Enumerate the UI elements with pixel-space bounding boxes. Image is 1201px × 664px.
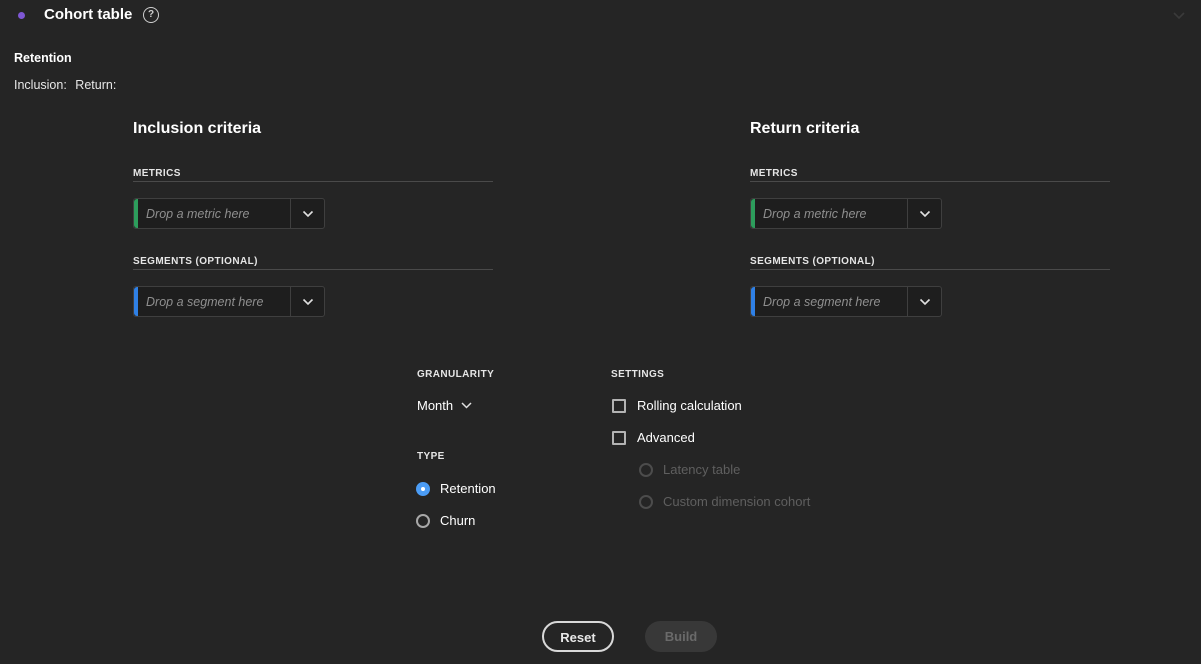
radio-disabled-icon bbox=[639, 494, 653, 509]
inclusion-metrics-label: METRICS bbox=[133, 168, 493, 182]
build-button[interactable]: Build bbox=[645, 621, 717, 652]
inclusion-segment-dropdown[interactable] bbox=[290, 287, 324, 316]
type-churn-label: Churn bbox=[440, 513, 476, 528]
custom-dimension-cohort-label: Custom dimension cohort bbox=[663, 494, 811, 509]
type-retention-radio[interactable]: Retention bbox=[416, 481, 496, 496]
return-segments-label: SEGMENTS (OPTIONAL) bbox=[750, 256, 1110, 270]
return-metric-placeholder: Drop a metric here bbox=[763, 207, 867, 221]
type-churn-radio[interactable]: Churn bbox=[416, 513, 475, 528]
metric-accent-bar bbox=[134, 199, 138, 228]
checkbox-icon bbox=[612, 430, 626, 445]
inclusion-segments-label: SEGMENTS (OPTIONAL) bbox=[133, 256, 493, 270]
cohort-table-panel: Cohort table ? Retention Inclusion: Retu… bbox=[0, 0, 1201, 664]
inclusion-metric-placeholder: Drop a metric here bbox=[146, 207, 250, 221]
granularity-value: Month bbox=[417, 398, 454, 413]
inclusion-criteria-title: Inclusion criteria bbox=[133, 120, 262, 137]
summary-inclusion-label: Inclusion: bbox=[14, 78, 67, 92]
rolling-calculation-label: Rolling calculation bbox=[637, 398, 742, 413]
radio-disabled-icon bbox=[639, 462, 653, 477]
latency-table-label: Latency table bbox=[663, 462, 741, 477]
granularity-select[interactable]: Month bbox=[417, 398, 472, 413]
summary-criteria: Inclusion: Return: bbox=[14, 78, 121, 92]
return-criteria: Return criteria METRICS Drop a metric he… bbox=[750, 118, 1110, 317]
chevron-down-icon bbox=[461, 402, 472, 409]
custom-dimension-cohort-radio[interactable]: Custom dimension cohort bbox=[639, 494, 810, 509]
settings-label: SETTINGS bbox=[611, 369, 665, 380]
help-icon[interactable]: ? bbox=[143, 7, 159, 23]
type-label: TYPE bbox=[417, 451, 445, 462]
return-segment-dropzone[interactable]: Drop a segment here bbox=[750, 286, 942, 317]
inclusion-metric-dropdown[interactable] bbox=[290, 199, 324, 228]
radio-checked-icon bbox=[416, 481, 430, 496]
chevron-down-icon[interactable] bbox=[1172, 10, 1186, 20]
checkbox-icon bbox=[612, 398, 626, 413]
type-retention-label: Retention bbox=[440, 481, 496, 496]
summary-return-label: Return: bbox=[75, 78, 117, 92]
rolling-calculation-checkbox[interactable]: Rolling calculation bbox=[612, 398, 742, 413]
return-segment-placeholder: Drop a segment here bbox=[763, 295, 881, 309]
inclusion-segment-placeholder: Drop a segment here bbox=[146, 295, 264, 309]
metric-accent-bar bbox=[751, 199, 755, 228]
inclusion-metric-dropzone[interactable]: Drop a metric here bbox=[133, 198, 325, 229]
panel-status-dot bbox=[18, 12, 25, 19]
return-segment-dropdown[interactable] bbox=[907, 287, 941, 316]
chevron-down-icon bbox=[919, 298, 930, 305]
advanced-checkbox[interactable]: Advanced bbox=[612, 430, 695, 445]
return-metric-dropdown[interactable] bbox=[907, 199, 941, 228]
return-criteria-title: Return criteria bbox=[750, 120, 860, 137]
summary-title: Retention bbox=[14, 51, 72, 65]
panel-title: Cohort table bbox=[44, 6, 133, 23]
segment-accent-bar bbox=[751, 287, 755, 316]
chevron-down-icon bbox=[302, 298, 313, 305]
return-metric-dropzone[interactable]: Drop a metric here bbox=[750, 198, 942, 229]
return-metrics-label: METRICS bbox=[750, 168, 1110, 182]
chevron-down-icon bbox=[919, 210, 930, 217]
chevron-down-icon bbox=[302, 210, 313, 217]
granularity-label: GRANULARITY bbox=[417, 369, 495, 380]
inclusion-criteria: Inclusion criteria METRICS Drop a metric… bbox=[133, 118, 493, 317]
inclusion-segment-dropzone[interactable]: Drop a segment here bbox=[133, 286, 325, 317]
segment-accent-bar bbox=[134, 287, 138, 316]
advanced-label: Advanced bbox=[637, 430, 695, 445]
panel-header: Cohort table ? bbox=[0, 0, 1201, 32]
reset-button[interactable]: Reset bbox=[542, 621, 614, 652]
radio-unchecked-icon bbox=[416, 513, 430, 528]
latency-table-radio[interactable]: Latency table bbox=[639, 462, 740, 477]
